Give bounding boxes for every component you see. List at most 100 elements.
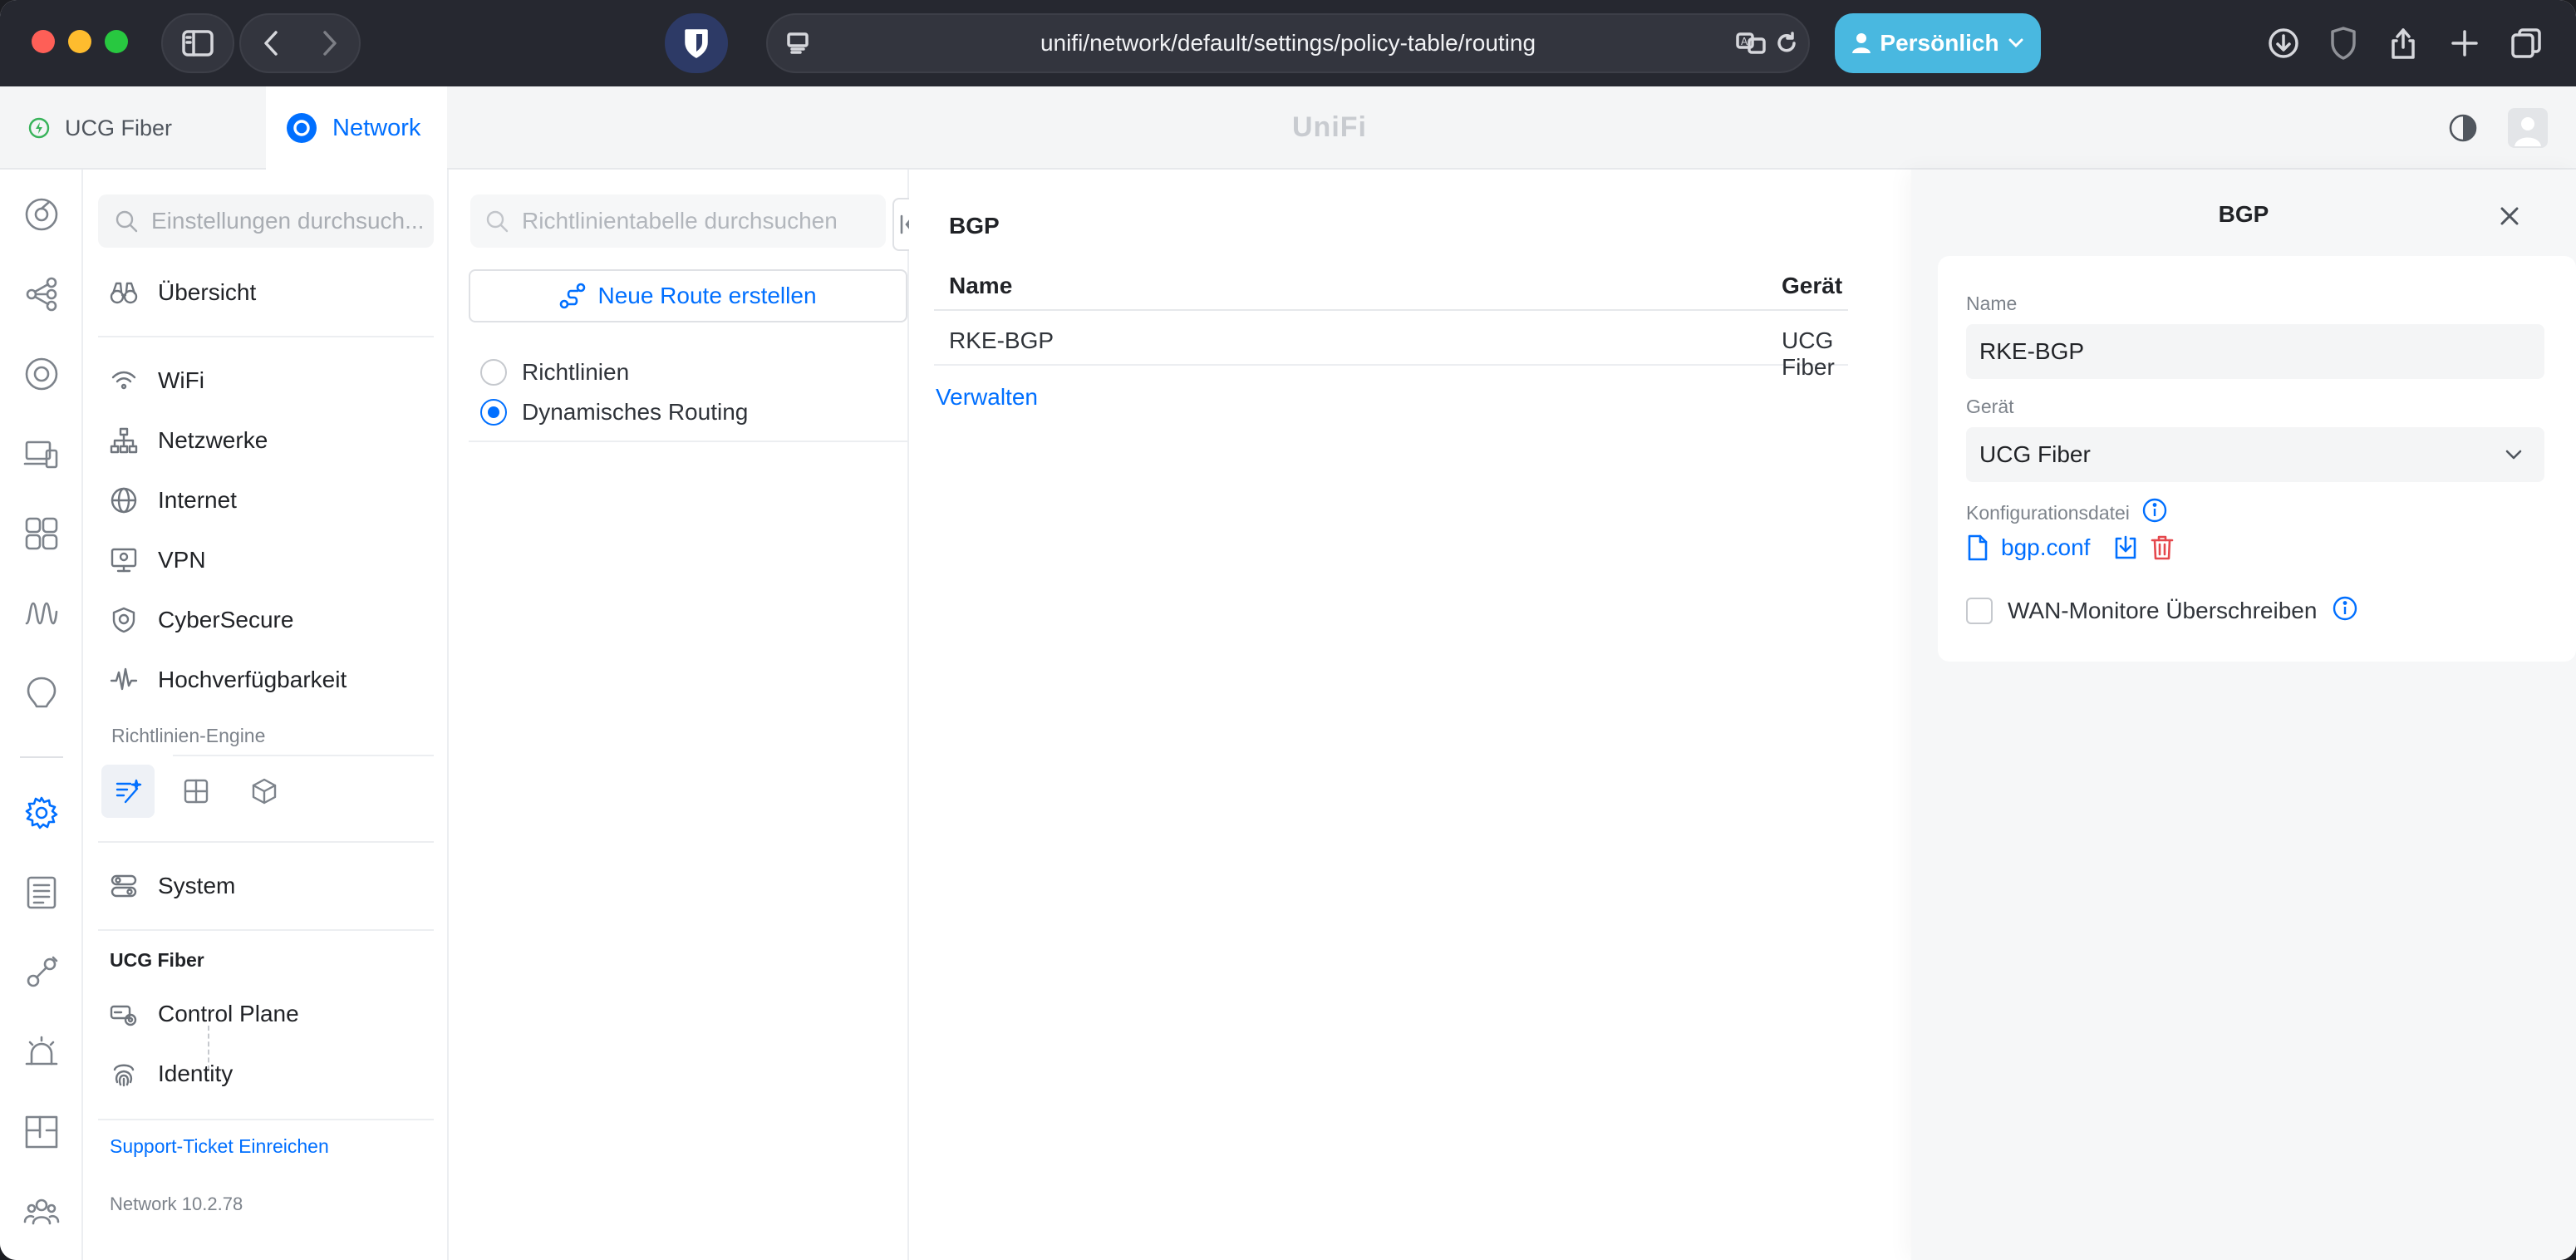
- privacy-shield-icon[interactable]: [2325, 25, 2362, 62]
- radio-richtlinien[interactable]: Richtlinien: [480, 354, 629, 391]
- topology-icon[interactable]: [22, 274, 61, 314]
- sidebar-item-internet[interactable]: Internet: [108, 477, 237, 524]
- wan-override-row[interactable]: WAN-Monitore Überschreiben: [1966, 595, 2358, 626]
- delete-trash-icon[interactable]: [2150, 534, 2175, 561]
- close-icon[interactable]: [2493, 199, 2526, 233]
- pulse-icon: [108, 664, 140, 696]
- engine-buttons: [101, 765, 291, 818]
- bgp-detail-panel: BGP Name Gerät UCG Fiber Konfigurationsd…: [1911, 170, 2576, 1260]
- sidebar-item-vpn[interactable]: VPN: [108, 537, 206, 583]
- ideas-icon[interactable]: [22, 673, 61, 713]
- magic-wand-icon: [116, 779, 142, 804]
- route-icon: [560, 283, 586, 309]
- download-icon[interactable]: [2113, 534, 2138, 561]
- engine-routing-button[interactable]: [101, 765, 155, 818]
- reload-icon[interactable]: [1768, 25, 1805, 62]
- sidebar-item-wifi[interactable]: WiFi: [108, 357, 204, 404]
- sidebar-item-system[interactable]: System: [108, 863, 235, 909]
- name-input[interactable]: [1979, 338, 2528, 365]
- browser-window: unifi/network/default/settings/policy-ta…: [0, 0, 2576, 1260]
- manage-link[interactable]: Verwalten: [936, 384, 1038, 411]
- column-header-name[interactable]: Name: [949, 273, 1012, 299]
- config-file-link[interactable]: bgp.conf: [2001, 534, 2090, 561]
- sidebar-item-hochverfuegbarkeit[interactable]: Hochverfügbarkeit: [108, 657, 347, 703]
- new-route-button[interactable]: Neue Route erstellen: [469, 269, 907, 322]
- devices-icon[interactable]: [22, 354, 61, 394]
- forward-icon[interactable]: [321, 29, 339, 57]
- section-title: BGP: [949, 213, 1000, 239]
- row-name: RKE-BGP: [949, 327, 1054, 353]
- config-label: Konfigurationsdatei: [1966, 501, 2130, 524]
- share-icon[interactable]: [2385, 25, 2421, 62]
- tab-overview-icon[interactable]: [2508, 25, 2544, 62]
- engine-section-line: [173, 755, 434, 756]
- radio-dynamisches-routing-control[interactable]: [480, 399, 507, 426]
- radio-dynamisches-routing[interactable]: Dynamisches Routing: [480, 394, 748, 431]
- sidebar-divider: [98, 929, 434, 931]
- new-tab-icon[interactable]: [2446, 25, 2483, 62]
- sidebar-item-control-plane[interactable]: Control Plane: [108, 991, 299, 1037]
- logs-icon[interactable]: [22, 873, 61, 913]
- sidebar-item-uebersicht[interactable]: Übersicht: [108, 269, 256, 316]
- traffic-icon[interactable]: [22, 593, 61, 633]
- settings-search: [98, 194, 434, 248]
- floorplan-icon[interactable]: [22, 1112, 61, 1152]
- svg-text:A: A: [1741, 36, 1748, 47]
- config-label-row: Konfigurationsdatei: [1966, 497, 2168, 529]
- theme-toggle-icon[interactable]: [2446, 111, 2480, 149]
- dashboard-icon[interactable]: [22, 194, 61, 234]
- info-icon[interactable]: [2332, 595, 2358, 626]
- sidebar-item-label: Netzwerke: [158, 427, 268, 453]
- policy-search-input[interactable]: [522, 208, 854, 234]
- sidebar-toggle-button[interactable]: [161, 13, 234, 73]
- bgp-form-card: Name Gerät UCG Fiber Konfigurationsdatei…: [1938, 256, 2576, 662]
- settings-search-input[interactable]: [151, 208, 425, 234]
- engine-zones-button[interactable]: [170, 765, 223, 818]
- bitwarden-extension-button[interactable]: [665, 13, 728, 73]
- engine-section-label: Richtlinien-Engine: [111, 725, 266, 746]
- zoom-window-button[interactable]: [105, 30, 128, 53]
- address-bar[interactable]: unifi/network/default/settings/policy-ta…: [766, 13, 1810, 73]
- wan-override-checkbox[interactable]: [1966, 597, 1993, 624]
- minimize-window-button[interactable]: [68, 30, 91, 53]
- sidebar-item-identity[interactable]: Identity: [108, 1051, 233, 1097]
- options-divider: [469, 441, 909, 442]
- close-window-button[interactable]: [32, 30, 55, 53]
- control-plane-icon: [108, 998, 140, 1030]
- users-icon[interactable]: [22, 1192, 61, 1232]
- sidebar-item-netzwerke[interactable]: Netzwerke: [108, 417, 268, 464]
- unifi-logo: UniFi: [1292, 111, 1367, 143]
- sidebar-divider: [98, 336, 434, 337]
- column-header-device[interactable]: Gerät: [1782, 273, 1842, 299]
- info-icon[interactable]: [2141, 497, 2168, 529]
- settings-gear-icon[interactable]: [22, 793, 61, 833]
- sidebar-item-cybersecure[interactable]: CyberSecure: [108, 597, 293, 643]
- support-ticket-link[interactable]: Support-Ticket Einreichen: [110, 1135, 329, 1158]
- translate-icon[interactable]: A: [1733, 25, 1770, 62]
- insights-icon[interactable]: [22, 514, 61, 554]
- device-select[interactable]: UCG Fiber: [1966, 427, 2544, 482]
- tab-network[interactable]: Network: [266, 86, 447, 170]
- panel-title: BGP: [2218, 201, 2269, 227]
- sidebar-item-label: Internet: [158, 487, 237, 513]
- alarm-icon[interactable]: [22, 1032, 61, 1072]
- policy-table-panel: Neue Route erstellen Richtlinien Dynamis…: [449, 170, 926, 1260]
- back-icon[interactable]: [262, 29, 280, 57]
- sidebar-item-label: Übersicht: [158, 279, 257, 305]
- vpn-icon: [108, 544, 140, 576]
- integrations-icon[interactable]: [22, 952, 61, 992]
- grid-icon: [184, 779, 209, 804]
- clients-icon[interactable]: [22, 434, 61, 474]
- settings-sidebar: Übersicht WiFi Netzwerke Internet VPN Cy…: [83, 170, 449, 1260]
- downloads-icon[interactable]: [2265, 25, 2302, 62]
- table-row[interactable]: RKE-BGP UCG Fiber: [934, 313, 1848, 380]
- radio-richtlinien-control[interactable]: [480, 359, 507, 386]
- user-avatar[interactable]: [2508, 108, 2548, 148]
- engine-objects-button[interactable]: [238, 765, 291, 818]
- tab-ucg-fiber-label: UCG Fiber: [65, 115, 173, 140]
- profile-button[interactable]: Persönlich: [1835, 13, 2041, 73]
- shield-icon: [108, 604, 140, 636]
- device-label: Gerät: [1966, 396, 2014, 417]
- tab-ucg-fiber[interactable]: UCG Fiber: [0, 86, 266, 170]
- device-section-title: UCG Fiber: [110, 949, 204, 971]
